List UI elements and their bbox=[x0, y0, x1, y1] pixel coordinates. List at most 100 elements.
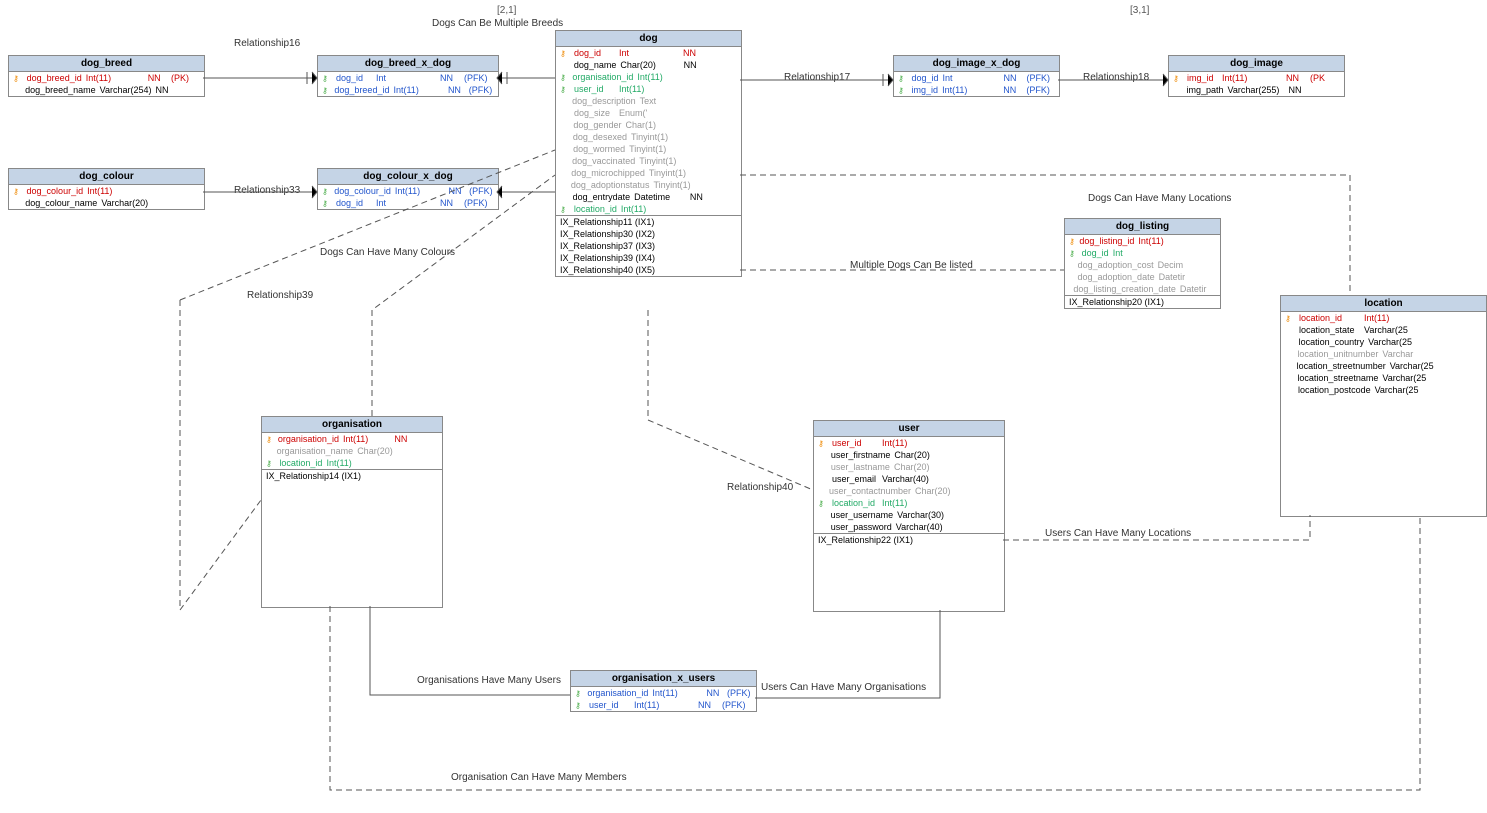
bracket-2: [3,1] bbox=[1130, 5, 1149, 16]
column-row: user_passwordVarchar(40) bbox=[814, 521, 1004, 533]
entity-indexes: IX_Relationship14 (IX1) bbox=[262, 469, 442, 482]
entity-body: ⚷dog_idIntNN(PFK)⚷img_idInt(11)NN(PFK) bbox=[894, 72, 1059, 96]
entity-dog-image-x-dog[interactable]: dog_image_x_dog ⚷dog_idIntNN(PFK)⚷img_id… bbox=[893, 55, 1060, 97]
index-row: IX_Relationship20 (IX1) bbox=[1065, 296, 1220, 308]
entity-header: dog_breed_x_dog bbox=[318, 56, 498, 72]
index-row: IX_Relationship14 (IX1) bbox=[262, 470, 442, 482]
column-row: user_lastnameChar(20) bbox=[814, 461, 1004, 473]
entity-indexes: IX_Relationship22 (IX1) bbox=[814, 533, 1004, 546]
entity-indexes: IX_Relationship20 (IX1) bbox=[1065, 295, 1220, 308]
entity-indexes: IX_Relationship11 (IX1)IX_Relationship30… bbox=[556, 215, 741, 276]
column-row: location_countryVarchar(25 bbox=[1281, 336, 1486, 348]
column-row: dog_listing_creation_dateDatetir bbox=[1065, 283, 1220, 295]
label-rel17: Relationship17 bbox=[784, 72, 850, 83]
column-row: location_stateVarchar(25 bbox=[1281, 324, 1486, 336]
label-rel16: Relationship16 bbox=[234, 38, 300, 49]
label-multbreeds: Dogs Can Be Multiple Breeds bbox=[432, 18, 563, 29]
bracket-1: [2,1] bbox=[497, 5, 516, 16]
index-row: IX_Relationship40 (IX5) bbox=[556, 264, 741, 276]
entity-body: ⚷dog_idIntNNdog_nameChar(20)NN⚷organisat… bbox=[556, 47, 741, 215]
column-row: ⚷organisation_idInt(11)NN bbox=[262, 433, 442, 445]
entity-header: user bbox=[814, 421, 1004, 437]
entity-header: organisation bbox=[262, 417, 442, 433]
entity-organisation[interactable]: organisation ⚷organisation_idInt(11)NNor… bbox=[261, 416, 443, 608]
entity-dog[interactable]: dog ⚷dog_idIntNNdog_nameChar(20)NN⚷organ… bbox=[555, 30, 742, 277]
column-row: ⚷location_idInt(11) bbox=[814, 497, 1004, 509]
column-row: ⚷user_idInt(11) bbox=[814, 437, 1004, 449]
column-row: dog_vaccinatedTinyint(1) bbox=[556, 155, 741, 167]
entity-dog-image[interactable]: dog_image ⚷img_idInt(11)NN(PKimg_pathVar… bbox=[1168, 55, 1345, 97]
index-row: IX_Relationship37 (IX3) bbox=[556, 240, 741, 252]
label-rel18: Relationship18 bbox=[1083, 72, 1149, 83]
entity-body: ⚷organisation_idInt(11)NNorganisation_na… bbox=[262, 433, 442, 469]
column-row: dog_breed_nameVarchar(254)NN bbox=[9, 84, 204, 96]
entity-body: ⚷dog_colour_idInt(11)dog_colour_nameVarc… bbox=[9, 185, 204, 209]
column-row: dog_nameChar(20)NN bbox=[556, 59, 741, 71]
entity-body: ⚷dog_idIntNN(PFK)⚷dog_breed_idInt(11)NN(… bbox=[318, 72, 498, 96]
entity-header: dog bbox=[556, 31, 741, 47]
column-row: user_usernameVarchar(30) bbox=[814, 509, 1004, 521]
label-usersmanyorg: Users Can Have Many Organisations bbox=[761, 682, 926, 693]
column-row: ⚷dog_breed_idInt(11)NN(PFK) bbox=[318, 84, 498, 96]
column-row: location_streetnameVarchar(25 bbox=[1281, 372, 1486, 384]
entity-body: ⚷user_idInt(11)user_firstnameChar(20)use… bbox=[814, 437, 1004, 533]
column-row: dog_genderChar(1) bbox=[556, 119, 741, 131]
entity-dog-listing[interactable]: dog_listing ⚷dog_listing_idInt(11)⚷dog_i… bbox=[1064, 218, 1221, 309]
column-row: img_pathVarchar(255)NN bbox=[1169, 84, 1344, 96]
entity-location[interactable]: location ⚷location_idInt(11)location_sta… bbox=[1280, 295, 1487, 517]
column-row: ⚷location_idInt(11) bbox=[556, 203, 741, 215]
entity-body: ⚷organisation_idInt(11)NN(PFK)⚷user_idIn… bbox=[571, 687, 756, 711]
column-row: user_emailVarchar(40) bbox=[814, 473, 1004, 485]
entity-body: ⚷img_idInt(11)NN(PKimg_pathVarchar(255)N… bbox=[1169, 72, 1344, 96]
entity-dog-colour[interactable]: dog_colour ⚷dog_colour_idInt(11)dog_colo… bbox=[8, 168, 205, 210]
column-row: ⚷dog_idIntNN(PFK) bbox=[894, 72, 1059, 84]
index-row: IX_Relationship39 (IX4) bbox=[556, 252, 741, 264]
label-orgmanymembers: Organisation Can Have Many Members bbox=[451, 772, 627, 783]
entity-body: ⚷dog_colour_idInt(11)NN(PFK)⚷dog_idIntNN… bbox=[318, 185, 498, 209]
column-row: location_unitnumberVarchar bbox=[1281, 348, 1486, 360]
column-row: organisation_nameChar(20) bbox=[262, 445, 442, 457]
entity-dog-breed-x-dog[interactable]: dog_breed_x_dog ⚷dog_idIntNN(PFK)⚷dog_br… bbox=[317, 55, 499, 97]
label-manycolours: Dogs Can Have Many Colours bbox=[320, 247, 455, 258]
column-row: ⚷dog_idIntNN(PFK) bbox=[318, 72, 498, 84]
column-row: dog_desexedTinyint(1) bbox=[556, 131, 741, 143]
column-row: ⚷dog_listing_idInt(11) bbox=[1065, 235, 1220, 247]
entity-header: dog_colour bbox=[9, 169, 204, 185]
entity-body: ⚷location_idInt(11)location_stateVarchar… bbox=[1281, 312, 1486, 396]
column-row: dog_adoption_costDecim bbox=[1065, 259, 1220, 271]
column-row: dog_adoption_dateDatetir bbox=[1065, 271, 1220, 283]
column-row: location_postcodeVarchar(25 bbox=[1281, 384, 1486, 396]
label-usersmanyloc: Users Can Have Many Locations bbox=[1045, 528, 1191, 539]
entity-body: ⚷dog_listing_idInt(11)⚷dog_idIntdog_adop… bbox=[1065, 235, 1220, 295]
column-row: dog_wormedTinyint(1) bbox=[556, 143, 741, 155]
entity-dog-colour-x-dog[interactable]: dog_colour_x_dog ⚷dog_colour_idInt(11)NN… bbox=[317, 168, 499, 210]
column-row: ⚷dog_idIntNN bbox=[556, 47, 741, 59]
column-row: location_streetnumberVarchar(25 bbox=[1281, 360, 1486, 372]
label-rel33: Relationship33 bbox=[234, 185, 300, 196]
entity-dog-breed[interactable]: dog_breed ⚷dog_breed_idInt(11)NN(PK)dog_… bbox=[8, 55, 205, 97]
entity-header: dog_listing bbox=[1065, 219, 1220, 235]
entity-user[interactable]: user ⚷user_idInt(11)user_firstnameChar(2… bbox=[813, 420, 1005, 612]
column-row: dog_colour_nameVarchar(20) bbox=[9, 197, 204, 209]
column-row: ⚷dog_idIntNN(PFK) bbox=[318, 197, 498, 209]
entity-organisation-x-users[interactable]: organisation_x_users ⚷organisation_idInt… bbox=[570, 670, 757, 712]
label-multdogslisted: Multiple Dogs Can Be listed bbox=[850, 260, 973, 271]
column-row: ⚷img_idInt(11)NN(PFK) bbox=[894, 84, 1059, 96]
column-row: dog_descriptionText bbox=[556, 95, 741, 107]
column-row: ⚷location_idInt(11) bbox=[1281, 312, 1486, 324]
column-row: dog_sizeEnum(' bbox=[556, 107, 741, 119]
entity-header: dog_breed bbox=[9, 56, 204, 72]
index-row: IX_Relationship30 (IX2) bbox=[556, 228, 741, 240]
label-manylocations: Dogs Can Have Many Locations bbox=[1088, 193, 1231, 204]
column-row: ⚷user_idInt(11)NN(PFK) bbox=[571, 699, 756, 711]
column-row: ⚷location_idInt(11) bbox=[262, 457, 442, 469]
index-row: IX_Relationship22 (IX1) bbox=[814, 534, 1004, 546]
label-rel40: Relationship40 bbox=[727, 482, 793, 493]
entity-header: dog_image bbox=[1169, 56, 1344, 72]
label-orgmanyusers: Organisations Have Many Users bbox=[417, 675, 561, 686]
entity-body: ⚷dog_breed_idInt(11)NN(PK)dog_breed_name… bbox=[9, 72, 204, 96]
column-row: ⚷dog_colour_idInt(11) bbox=[9, 185, 204, 197]
label-rel39: Relationship39 bbox=[247, 290, 313, 301]
column-row: user_contactnumberChar(20) bbox=[814, 485, 1004, 497]
column-row: ⚷dog_breed_idInt(11)NN(PK) bbox=[9, 72, 204, 84]
